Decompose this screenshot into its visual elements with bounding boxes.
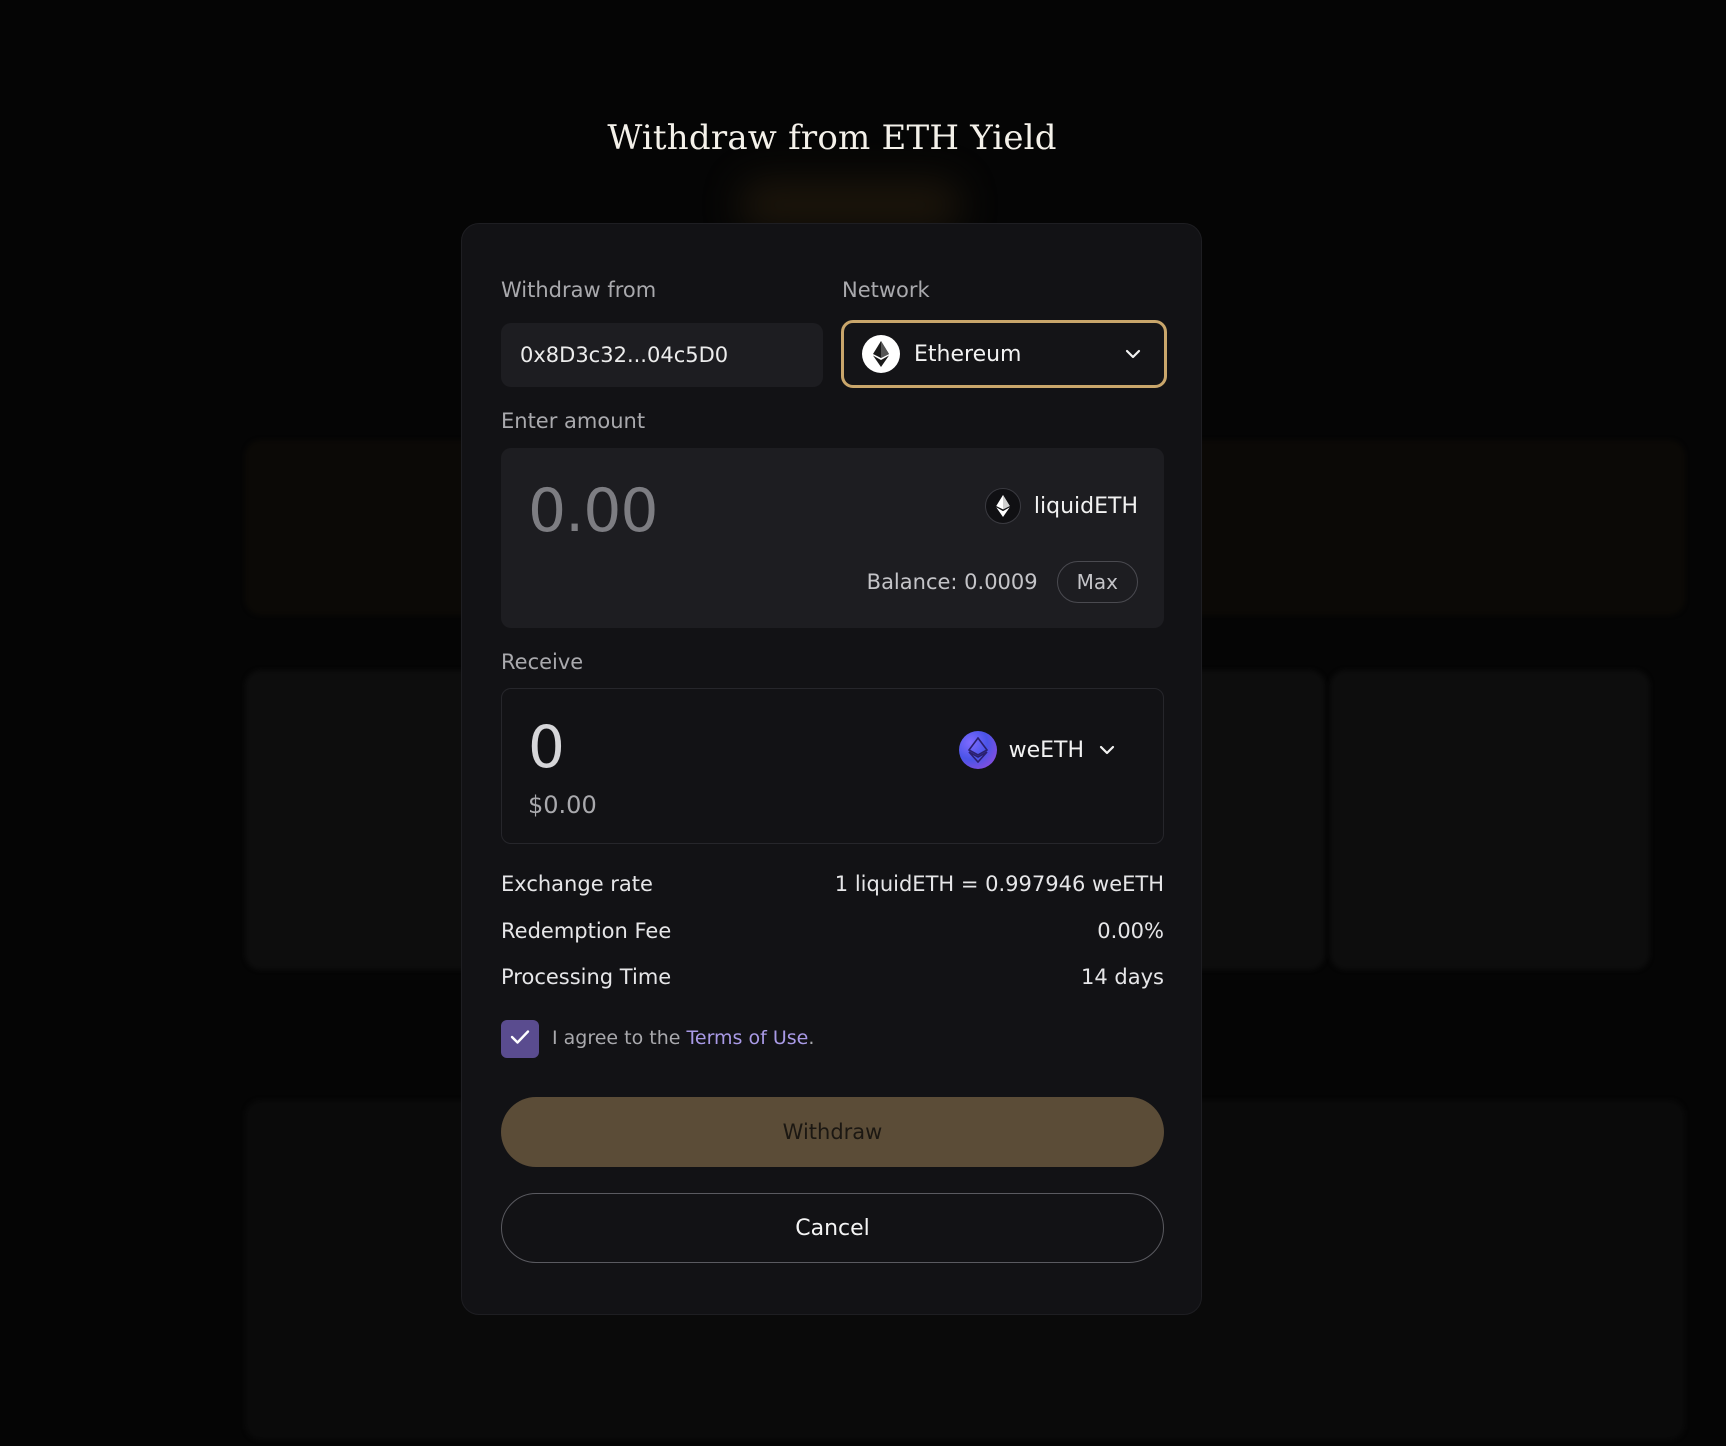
withdraw-modal: Withdraw from Network 0x8D3c32...04c5D0 … [461, 223, 1202, 1315]
background-panel [1330, 670, 1650, 970]
withdraw-button[interactable]: Withdraw [501, 1097, 1164, 1167]
terms-checkbox[interactable] [501, 1020, 539, 1058]
enter-amount-label: Enter amount [501, 409, 646, 433]
amount-input[interactable]: 0.00 [528, 476, 659, 546]
receive-panel: 0 $0.00 weETH [501, 688, 1164, 844]
terms-of-use-link[interactable]: Terms of Use [687, 1027, 809, 1049]
withdraw-from-field[interactable]: 0x8D3c32...04c5D0 [501, 323, 823, 387]
amount-token-name: liquidETH [1033, 493, 1138, 519]
amount-input-panel: 0.00 liquidETH Balance: 0.0009 Max [501, 448, 1164, 628]
receive-token-name: weETH [1008, 737, 1084, 763]
network-select[interactable]: Ethereum [841, 320, 1167, 388]
check-icon [510, 1029, 530, 1049]
balance-row: Balance: 0.0009 Max [867, 561, 1138, 603]
network-label: Network [842, 278, 930, 302]
redemption-fee-label: Redemption Fee [501, 919, 672, 943]
receive-label: Receive [501, 650, 584, 674]
modal-title: Withdraw from ETH Yield [607, 118, 1057, 158]
processing-time-label: Processing Time [501, 965, 672, 989]
agree-prefix: I agree to the [552, 1027, 687, 1049]
exchange-rate-label: Exchange rate [501, 872, 653, 896]
chevron-down-icon [1098, 741, 1116, 759]
processing-time-value: 14 days [1081, 965, 1164, 989]
network-selected-value: Ethereum [914, 341, 1022, 367]
exchange-rate-row: Exchange rate 1 liquidETH = 0.997946 weE… [501, 872, 1164, 896]
agree-suffix: . [808, 1027, 815, 1049]
processing-time-row: Processing Time 14 days [501, 965, 1164, 989]
receive-amount: 0 [528, 713, 565, 781]
withdraw-from-address: 0x8D3c32...04c5D0 [520, 343, 729, 367]
chevron-down-icon [1124, 345, 1142, 363]
redemption-fee-row: Redemption Fee 0.00% [501, 919, 1164, 943]
redemption-fee-value: 0.00% [1097, 919, 1164, 943]
cancel-button[interactable]: Cancel [501, 1193, 1164, 1263]
weeth-icon [958, 731, 997, 769]
receive-token-select[interactable]: weETH [958, 731, 1116, 769]
ethereum-icon [862, 335, 900, 373]
amount-token: liquidETH [984, 488, 1138, 524]
ethereum-icon [984, 488, 1021, 524]
max-button[interactable]: Max [1056, 561, 1138, 603]
receive-usd-value: $0.00 [528, 791, 597, 819]
exchange-rate-value: 1 liquidETH = 0.997946 weETH [834, 872, 1164, 896]
balance-text: Balance: 0.0009 [866, 570, 1038, 594]
terms-agreement-text: I agree to the Terms of Use. [552, 1027, 814, 1049]
withdraw-from-label: Withdraw from [501, 278, 657, 302]
